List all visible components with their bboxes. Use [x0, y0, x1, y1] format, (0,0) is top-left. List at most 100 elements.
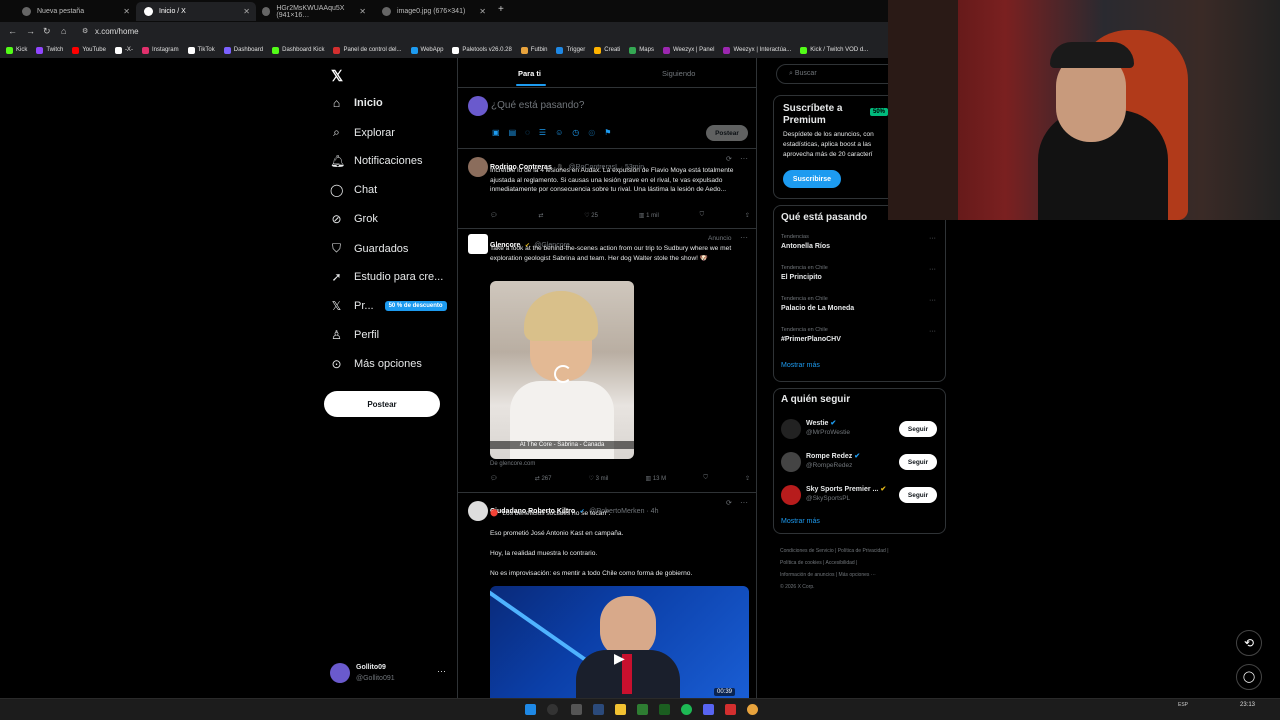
x-logo-icon[interactable]: 𝕏	[331, 67, 343, 85]
clock[interactable]: 23:13	[1240, 702, 1255, 708]
trend-more-icon[interactable]: ···	[929, 328, 936, 335]
follow-button[interactable]: Seguir	[899, 454, 937, 470]
follow-button[interactable]: Seguir	[899, 421, 937, 437]
grok-icon[interactable]: ⟳	[726, 499, 732, 507]
sidebar-item-guardados[interactable]: ⛉ Guardados	[330, 241, 408, 256]
sidebar-item-estudio-para-cre[interactable]: ➚ Estudio para cre...	[330, 270, 443, 284]
language-indicator[interactable]: ESP	[1178, 702, 1188, 708]
glencore-logo[interactable]	[468, 234, 488, 254]
bookmark-item[interactable]: Maps	[629, 46, 654, 54]
follow-name[interactable]: Rompe Redez ✔	[806, 452, 860, 460]
tweet[interactable]: Ciudadano Roberto Kiltro ✔ @RobertoMerke…	[458, 492, 756, 698]
follow-avatar[interactable]	[781, 419, 801, 439]
more-icon[interactable]: ···	[740, 498, 748, 507]
show-more-trends-link[interactable]: Mostrar más	[781, 362, 820, 369]
grok-image-icon[interactable]: ◌	[525, 128, 530, 137]
follow-name[interactable]: Westie ✔	[806, 419, 836, 427]
bookmark-item[interactable]: Dashboard	[223, 46, 263, 54]
follow-name[interactable]: Sky Sports Premier ... ✔	[806, 485, 886, 493]
share-icon[interactable]: ⇪	[745, 475, 750, 485]
views-button[interactable]: ▥ 13 M	[645, 475, 666, 485]
avatar[interactable]	[468, 501, 488, 521]
retweet-icon[interactable]: ⇄	[538, 212, 543, 222]
reply-icon[interactable]: 💬︎	[490, 212, 498, 222]
bookmark-item[interactable]: Weezyx | Panel	[662, 46, 714, 54]
bookmark-item[interactable]: -X-	[114, 46, 133, 54]
chrome-icon[interactable]	[747, 704, 758, 715]
bookmark-item[interactable]: Weezyx | Interactúa...	[723, 46, 791, 54]
close-tab-icon[interactable]: ✕	[479, 7, 486, 16]
trend-item[interactable]: El Principito	[781, 274, 822, 281]
poll-icon[interactable]: ☰	[539, 128, 546, 137]
reload-icon[interactable]: ↻	[43, 26, 51, 37]
share-icon[interactable]: ⇪	[745, 212, 750, 222]
follow-avatar[interactable]	[781, 452, 801, 472]
emoji-icon[interactable]: ☺	[555, 128, 563, 137]
sidebar-item-pr[interactable]: 𝕏 Pr... 50 % de descuento	[330, 299, 447, 313]
grok-float-icon[interactable]: ⟲	[1236, 630, 1262, 656]
trend-more-icon[interactable]: ···	[929, 266, 936, 273]
post-button[interactable]: Postear	[324, 391, 440, 417]
like-button[interactable]: ♡ 25	[584, 212, 598, 222]
new-tab-button[interactable]: +	[498, 4, 504, 15]
account-menu-icon[interactable]: ···	[437, 666, 446, 676]
play-icon[interactable]: ▶	[614, 650, 625, 667]
bookmark-icon[interactable]: ⛉	[703, 475, 708, 485]
spotify-icon[interactable]	[681, 704, 692, 715]
follow-avatar[interactable]	[781, 485, 801, 505]
location-icon[interactable]: ◎	[588, 128, 595, 137]
forward-icon[interactable]: →	[26, 26, 35, 36]
close-tab-icon[interactable]: ✕	[243, 7, 250, 16]
browser-tab[interactable]: Nueva pestaña ✕	[14, 2, 136, 21]
bookmark-item[interactable]: Twitch	[36, 46, 63, 54]
account-avatar[interactable]	[330, 663, 350, 683]
app-taskbar-icon[interactable]	[725, 704, 736, 715]
retweet-button[interactable]: ⇄ 267	[535, 475, 552, 485]
app-taskbar-icon[interactable]	[637, 704, 648, 715]
close-tab-icon[interactable]: ✕	[359, 7, 366, 16]
sidebar-item-inicio[interactable]: ⌂ Inicio	[330, 96, 383, 110]
url-field[interactable]: x.com/home	[95, 27, 139, 36]
sidebar-item-chat[interactable]: ◯ Chat	[330, 183, 377, 197]
schedule-icon[interactable]: ◷	[572, 128, 579, 137]
trend-item[interactable]: Palacio de La Moneda	[781, 305, 854, 312]
browser-tab[interactable]: HGr2MsKWUAAqu5X (941×16… ✕	[254, 2, 372, 21]
image-icon[interactable]: ▣	[492, 128, 500, 137]
bookmark-icon[interactable]: ⛉	[700, 212, 705, 222]
app-taskbar-icon[interactable]	[659, 704, 670, 715]
back-icon[interactable]: ←	[8, 26, 17, 36]
footer-line[interactable]: Condiciones de Servicio | Política de Pr…	[780, 545, 889, 557]
bookmark-item[interactable]: TikTok	[187, 46, 215, 54]
trend-item[interactable]: #PrimerPlanoCHV	[781, 336, 841, 343]
tab-siguiendo[interactable]: Siguiendo	[662, 69, 695, 78]
grok-icon[interactable]: ⟳	[726, 155, 732, 163]
sidebar-item-perfil[interactable]: ♙ Perfil	[330, 328, 379, 342]
ad-video[interactable]: At The Core - Sabrina - Canada	[490, 281, 634, 459]
browser-tab[interactable]: image0.jpg (676×341) ✕	[374, 2, 492, 21]
tweet-video[interactable]: ▶ 00:39	[490, 586, 749, 698]
messages-float-icon[interactable]: ◯	[1236, 664, 1262, 690]
show-more-follow-link[interactable]: Mostrar más	[781, 518, 820, 525]
sidebar-item-más-opciones[interactable]: ⊙ Más opciones	[330, 357, 421, 371]
bookmark-item[interactable]: Kick / Twitch VOD d...	[800, 46, 868, 54]
avatar[interactable]	[468, 157, 488, 177]
bookmark-item[interactable]: Dashboard Kick	[272, 46, 324, 54]
bookmark-item[interactable]: YouTube	[72, 46, 106, 54]
follow-button[interactable]: Seguir	[899, 487, 937, 503]
tweet[interactable]: Rodrigo Contreras 🎙 @RoContrerasL · 53mi…	[458, 148, 756, 228]
more-icon[interactable]: ···	[740, 233, 748, 242]
bookmark-item[interactable]: Paletools v26.0.28	[452, 46, 512, 54]
composer-input[interactable]: ¿Qué está pasando?	[491, 100, 584, 111]
subscribe-button[interactable]: Suscribirse	[783, 170, 841, 188]
bookmark-item[interactable]: Trigger	[556, 46, 585, 54]
bookmark-item[interactable]: Creati	[594, 46, 620, 54]
start-icon[interactable]	[525, 704, 536, 715]
like-button[interactable]: ♡ 3 mil	[589, 475, 609, 485]
search-taskbar-icon[interactable]	[547, 704, 558, 715]
tab-para-ti[interactable]: Para ti	[518, 69, 541, 78]
bookmark-item[interactable]: Kick	[6, 46, 27, 54]
site-info-icon[interactable]: ⚙	[82, 27, 88, 35]
bookmark-item[interactable]: Instagram	[141, 46, 179, 54]
trend-more-icon[interactable]: ···	[929, 235, 936, 242]
bookmark-item[interactable]: Panel de control del...	[333, 46, 402, 54]
